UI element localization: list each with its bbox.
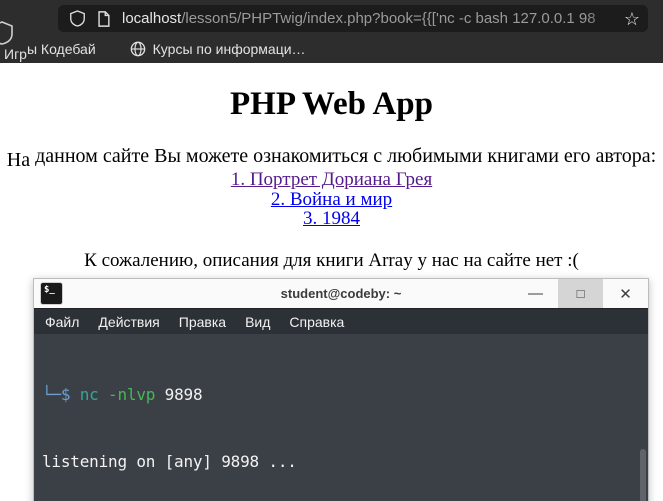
bookmark-item-kodebay[interactable]: Игры Кодебай (4, 40, 96, 62)
command-port: 9898 (155, 384, 203, 404)
shield-icon[interactable] (70, 10, 85, 27)
terminal-menubar: Файл Действия Правка Вид Справка (34, 309, 648, 334)
intro-text: На данном сайте Вы можете ознакомиться с… (6, 145, 657, 171)
command-args: -nlvp (108, 384, 156, 404)
terminal-titlebar[interactable]: $_ student@codeby: ~ — □ ✕ (34, 279, 648, 309)
terminal-line: listening on [any] 9898 ... (42, 452, 297, 472)
window-controls: — □ ✕ (513, 279, 648, 308)
page-icon[interactable] (97, 10, 110, 27)
page-title: PHP Web App (230, 86, 433, 122)
address-bar-icons (70, 10, 110, 27)
url-fade (585, 10, 620, 27)
menu-help[interactable]: Справка (289, 314, 344, 330)
browser-chrome: localhost/lesson5/PHPTwig/index.php?book… (0, 0, 663, 68)
terminal-window: $_ student@codeby: ~ — □ ✕ Файл Действия… (33, 278, 649, 501)
shell-prompt: └─$ (42, 384, 71, 404)
book-link-2[interactable]: 2. Война и мир (271, 189, 392, 210)
url-text[interactable]: localhost/lesson5/PHPTwig/index.php?book… (122, 10, 620, 27)
close-button[interactable]: ✕ (603, 279, 648, 308)
url-host: localhost (122, 10, 182, 27)
menu-file[interactable]: Файл (45, 314, 79, 330)
minimize-button[interactable]: — (513, 279, 558, 308)
menu-actions[interactable]: Действия (98, 314, 159, 330)
bookmark-star-icon[interactable]: ☆ (624, 10, 640, 28)
globe-icon (130, 41, 145, 56)
menu-view[interactable]: Вид (245, 314, 270, 330)
menu-edit[interactable]: Правка (179, 314, 226, 330)
book-link-1[interactable]: 1. Портрет Дориана Грея (231, 169, 432, 190)
book-links: 1. Портрет Дориана Грея 2. Война и мир 3… (0, 170, 663, 229)
book-link-3[interactable]: 3. 1984 (303, 208, 360, 229)
url-path: /lesson5/PHPTwig/index.php?book={{['nc -… (181, 10, 596, 27)
bookmarks-bar: Игры Кодебай Курсы по информаци… (0, 34, 663, 68)
terminal-prompt-line: └─$ nc -nlvp 9898 (42, 384, 648, 406)
command-nc: nc (70, 384, 109, 404)
bookmark-label: Игры Кодебай (4, 40, 96, 62)
browser-toolbar: localhost/lesson5/PHPTwig/index.php?book… (0, 0, 663, 45)
bookmark-label: Курсы по информаци… (152, 40, 306, 57)
terminal-scrollbar[interactable] (640, 449, 646, 501)
address-bar[interactable]: localhost/lesson5/PHPTwig/index.php?book… (58, 5, 648, 32)
bookmark-item-kursy[interactable]: Курсы по информаци… (130, 41, 306, 57)
maximize-button[interactable]: □ (558, 279, 603, 308)
sorry-message: К сожалению, описания для книги Array у … (84, 249, 579, 271)
terminal-output[interactable]: └─$ nc -nlvp 9898 listening on [any] 989… (34, 334, 648, 501)
